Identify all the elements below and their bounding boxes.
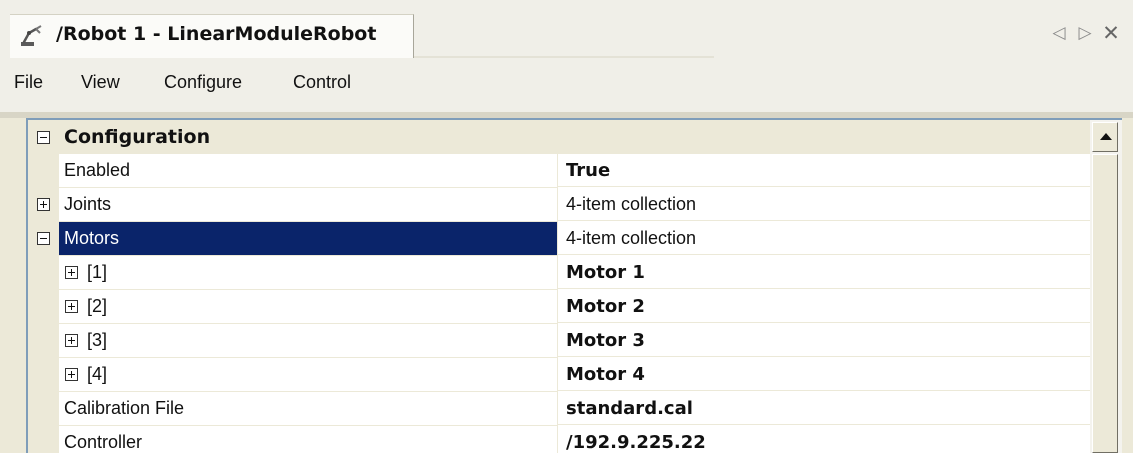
window-controls: ◁ ▷ ✕ xyxy=(1051,23,1120,44)
scroll-tabs-left-icon[interactable]: ◁ xyxy=(1051,24,1067,42)
document-tab-title: /Robot 1 - LinearModuleRobot xyxy=(56,23,377,45)
property-row-motor-3[interactable]: [3] Motor 3 xyxy=(28,324,1090,358)
menu-configure[interactable]: Configure xyxy=(164,72,242,93)
property-name: [3] xyxy=(59,324,558,358)
property-name-selected: Motors xyxy=(59,222,558,256)
row-gutter xyxy=(28,188,59,222)
property-value[interactable]: standard.cal xyxy=(558,392,1090,425)
row-gutter xyxy=(28,256,59,290)
property-name: Controller xyxy=(59,426,558,453)
row-gutter xyxy=(28,222,59,256)
category-row[interactable]: Configuration xyxy=(28,120,1090,154)
category-label: Configuration xyxy=(64,126,211,148)
row-gutter xyxy=(28,290,59,324)
property-value[interactable]: /192.9.225.22 xyxy=(558,426,1090,453)
property-row-motor-2[interactable]: [2] Motor 2 xyxy=(28,290,1090,324)
document-tab[interactable]: /Robot 1 - LinearModuleRobot xyxy=(10,14,414,58)
property-row-calibration-file[interactable]: Calibration File standard.cal xyxy=(28,392,1090,426)
expand-icon[interactable] xyxy=(65,266,78,279)
property-name: Enabled xyxy=(59,154,558,188)
property-row-motors[interactable]: Motors 4-item collection xyxy=(28,222,1090,256)
expand-icon[interactable] xyxy=(65,368,78,381)
property-name: [1] xyxy=(59,256,558,290)
expand-icon[interactable] xyxy=(65,300,78,313)
menu-view[interactable]: View xyxy=(81,72,120,93)
row-gutter xyxy=(28,324,59,358)
scrollbar-thumb[interactable] xyxy=(1092,154,1118,453)
menu-bar: File View Configure Control xyxy=(0,58,1133,113)
property-name: Joints xyxy=(59,188,558,222)
scroll-up-arrow-icon[interactable] xyxy=(1092,122,1118,152)
scroll-tabs-right-icon[interactable]: ▷ xyxy=(1077,24,1093,42)
property-name: [2] xyxy=(59,290,558,324)
row-gutter xyxy=(28,154,59,188)
property-name: Calibration File xyxy=(59,392,558,426)
menu-file[interactable]: File xyxy=(14,72,43,93)
row-gutter xyxy=(28,426,59,453)
robot-arm-icon xyxy=(20,23,44,47)
row-gutter xyxy=(28,358,59,392)
property-value[interactable]: Motor 4 xyxy=(558,358,1090,391)
property-value[interactable]: 4-item collection xyxy=(558,222,1090,255)
property-row-joints[interactable]: Joints 4-item collection xyxy=(28,188,1090,222)
menu-control[interactable]: Control xyxy=(293,72,351,93)
property-value[interactable]: True xyxy=(558,154,1090,187)
property-value[interactable]: Motor 3 xyxy=(558,324,1090,357)
property-value[interactable]: Motor 2 xyxy=(558,290,1090,323)
property-row-controller[interactable]: Controller /192.9.225.22 xyxy=(28,426,1090,453)
property-row-motor-4[interactable]: [4] Motor 4 xyxy=(28,358,1090,392)
vertical-scrollbar[interactable] xyxy=(1090,120,1122,453)
property-name: [4] xyxy=(59,358,558,392)
close-icon[interactable]: ✕ xyxy=(1102,23,1120,44)
row-gutter xyxy=(28,392,59,426)
expand-icon[interactable] xyxy=(65,334,78,347)
property-value[interactable]: 4-item collection xyxy=(558,188,1090,221)
expand-icon[interactable] xyxy=(37,198,50,211)
document-tab-bar: /Robot 1 - LinearModuleRobot ◁ ▷ ✕ xyxy=(0,0,1133,58)
collapse-icon[interactable] xyxy=(37,131,50,144)
property-row-motor-1[interactable]: [1] Motor 1 xyxy=(28,256,1090,290)
collapse-icon[interactable] xyxy=(37,232,50,245)
property-grid: Configuration Enabled True Joints 4-item… xyxy=(26,118,1122,453)
property-value[interactable]: Motor 1 xyxy=(558,256,1090,289)
property-row-enabled[interactable]: Enabled True xyxy=(28,154,1090,188)
